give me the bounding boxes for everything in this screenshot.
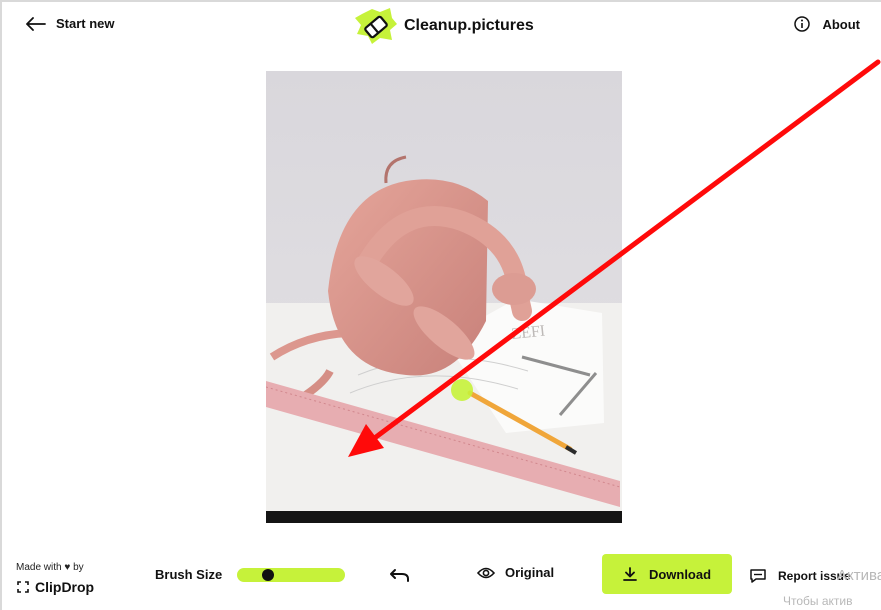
windows-activation-text: Активаци	[837, 567, 881, 584]
info-icon	[794, 16, 811, 32]
about-label: About	[822, 16, 860, 32]
eye-icon	[477, 567, 495, 578]
clipdrop-link[interactable]: ClipDrop	[17, 579, 94, 595]
app-logo[interactable]: Cleanup.pictures	[354, 6, 534, 46]
eraser-logo-icon	[355, 8, 397, 44]
windows-activation-subtext: Чтобы актив	[783, 594, 853, 608]
chat-bubble-icon	[750, 569, 766, 583]
arrow-left-icon	[26, 16, 46, 31]
clipdrop-brand: ClipDrop	[35, 579, 95, 595]
download-icon	[623, 567, 637, 581]
start-new-button[interactable]: Start new	[26, 16, 115, 31]
editing-canvas[interactable]: ZEFI	[266, 71, 622, 523]
start-new-label: Start new	[56, 16, 115, 31]
about-button[interactable]: About	[794, 16, 860, 32]
original-toggle[interactable]: Original	[477, 565, 554, 580]
brush-size-thumb[interactable]	[261, 569, 274, 581]
svg-text:ZEFI: ZEFI	[511, 323, 546, 343]
clipdrop-icon	[17, 581, 29, 593]
download-label: Download	[648, 566, 712, 582]
app-title: Cleanup.pictures	[404, 17, 534, 34]
download-button[interactable]: Download	[602, 554, 732, 594]
brush-size-label: Brush Size	[155, 567, 223, 582]
brush-size-slider[interactable]	[237, 568, 345, 582]
original-label: Original	[505, 565, 555, 580]
made-with-label: Made with ♥ by	[16, 562, 84, 573]
undo-icon[interactable]	[389, 566, 411, 584]
photo-image: ZEFI	[266, 71, 622, 523]
report-issue-button[interactable]: Report issue	[750, 569, 851, 583]
